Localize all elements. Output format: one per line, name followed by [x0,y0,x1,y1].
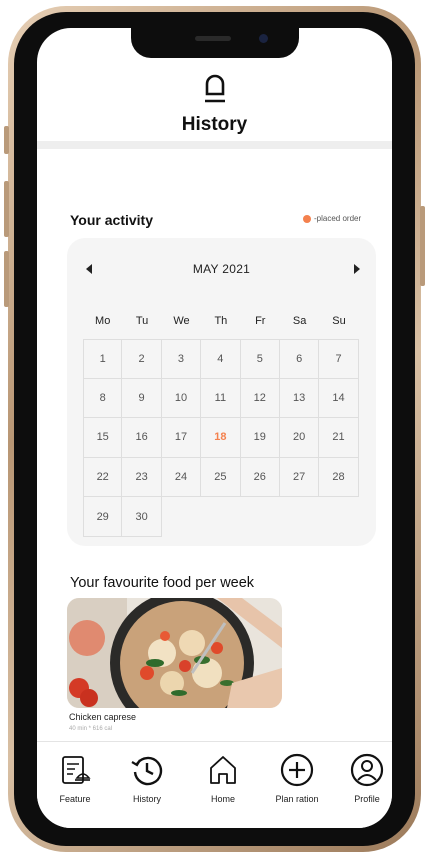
side-button [4,181,9,237]
camera [259,34,268,43]
calendar-day[interactable]: 21 [319,418,359,458]
calendar-day[interactable]: 26 [240,457,280,498]
profile-icon [350,753,384,787]
calendar-day[interactable]: 24 [161,457,202,498]
calendar-day-empty [162,497,201,537]
calendar-day[interactable]: 1 [83,339,123,379]
food-image [67,598,282,708]
calendar-day[interactable]: 2 [122,339,162,379]
food-meta: 40 min * 616 cal [69,726,113,732]
calendar-week: 1 2 3 4 5 6 7 [83,339,359,379]
calendar-day[interactable]: 13 [279,378,320,419]
notch [131,28,299,58]
weekday-label: Su [332,315,346,327]
calendar-day[interactable]: 11 [201,378,241,419]
calendar-day[interactable]: 10 [161,378,202,419]
calendar-day[interactable]: 17 [161,418,202,458]
calendar-day[interactable]: 6 [279,339,320,379]
header-divider [37,141,392,149]
calendar-day[interactable]: 30 [122,497,162,537]
calendar-day[interactable]: 7 [319,339,359,379]
food-card[interactable] [67,598,282,708]
calendar-day[interactable]: 20 [279,418,320,458]
calendar-day[interactable]: 19 [240,418,280,458]
calendar-day[interactable]: 14 [319,378,359,419]
next-month-icon[interactable] [354,264,360,274]
calendar-day[interactable]: 8 [83,378,123,419]
calendar-week: 15 16 17 18 19 20 21 [83,418,359,458]
calendar-day[interactable]: 5 [240,339,280,379]
calendar-day-highlighted[interactable]: 18 [201,418,241,458]
food-name: Chicken caprese [69,712,137,722]
page-title: History [181,114,248,135]
calendar-day[interactable]: 27 [279,457,320,498]
nav-label: Plan ration [275,794,319,804]
app-logo-icon [205,74,225,103]
activity-title: Your activity [70,212,153,228]
calendar-day[interactable]: 3 [161,339,202,379]
nav-item-feature[interactable]: Feature [45,752,105,804]
calendar-day[interactable]: 29 [83,497,123,537]
calendar-day[interactable]: 9 [122,378,162,419]
bottom-nav: Feature History Home Plan ration Profile [37,741,392,828]
side-button [420,206,425,286]
calendar-weeks: 1 2 3 4 5 6 7 8 9 10 11 12 13 14 15 16 1… [83,339,359,537]
calendar-week: 29 30 [83,497,359,537]
legend-dot-icon [303,214,311,223]
side-button [4,251,9,307]
plus-circle-icon [280,753,314,787]
speaker [195,36,231,41]
nav-label: Profile [354,794,380,804]
home-icon [210,756,236,784]
history-icon [131,756,163,786]
weekday-label: Fr [255,315,266,327]
calendar-day[interactable]: 15 [83,418,123,458]
calendar-day-empty [280,497,319,537]
calendar-grid: Mo Tu We Th Fr Sa Su 1 2 3 4 5 6 7 8 9 1… [83,303,359,537]
calendar-day-empty [201,497,240,537]
weekday-label: Th [214,315,228,327]
calendar: MAY 2021 Mo Tu We Th Fr Sa Su 1 2 3 4 5 … [67,238,376,546]
nav-label: Feature [59,794,91,804]
calendar-day[interactable]: 16 [122,418,162,458]
app-screen: History Your activity -placed order MAY … [37,28,392,828]
calendar-day[interactable]: 23 [122,457,162,498]
calendar-month-label: MAY 2021 [192,262,251,276]
weekday-header: Mo Tu We Th Fr Sa Su [83,303,359,339]
weekday-label: Sa [292,315,307,327]
calendar-day-empty [319,497,358,537]
calendar-day[interactable]: 28 [319,457,359,498]
calendar-week: 8 9 10 11 12 13 14 [83,378,359,419]
weekday-label: Mo [95,315,111,327]
weekday-label: Tu [135,315,149,327]
side-button [4,126,9,154]
calendar-day[interactable]: 12 [240,378,280,419]
calendar-day-empty [241,497,280,537]
feature-icon [62,756,91,784]
calendar-day[interactable]: 25 [201,457,241,498]
calendar-day[interactable]: 22 [83,457,123,498]
nav-item-plan-ration[interactable]: Plan ration [267,752,327,804]
nav-item-home[interactable]: Home [193,752,253,804]
weekday-label: We [173,315,190,327]
calendar-day[interactable]: 4 [201,339,241,379]
activity-legend: -placed order [303,214,361,223]
nav-label: History [132,794,161,804]
nav-item-history[interactable]: History [117,752,177,804]
legend-label: -placed order [314,214,362,223]
calendar-week: 22 23 24 25 26 27 28 [83,457,359,498]
nav-item-profile[interactable]: Profile [337,752,392,804]
favourite-title: Your favourite food per week [70,575,255,591]
nav-label: Home [210,794,235,804]
